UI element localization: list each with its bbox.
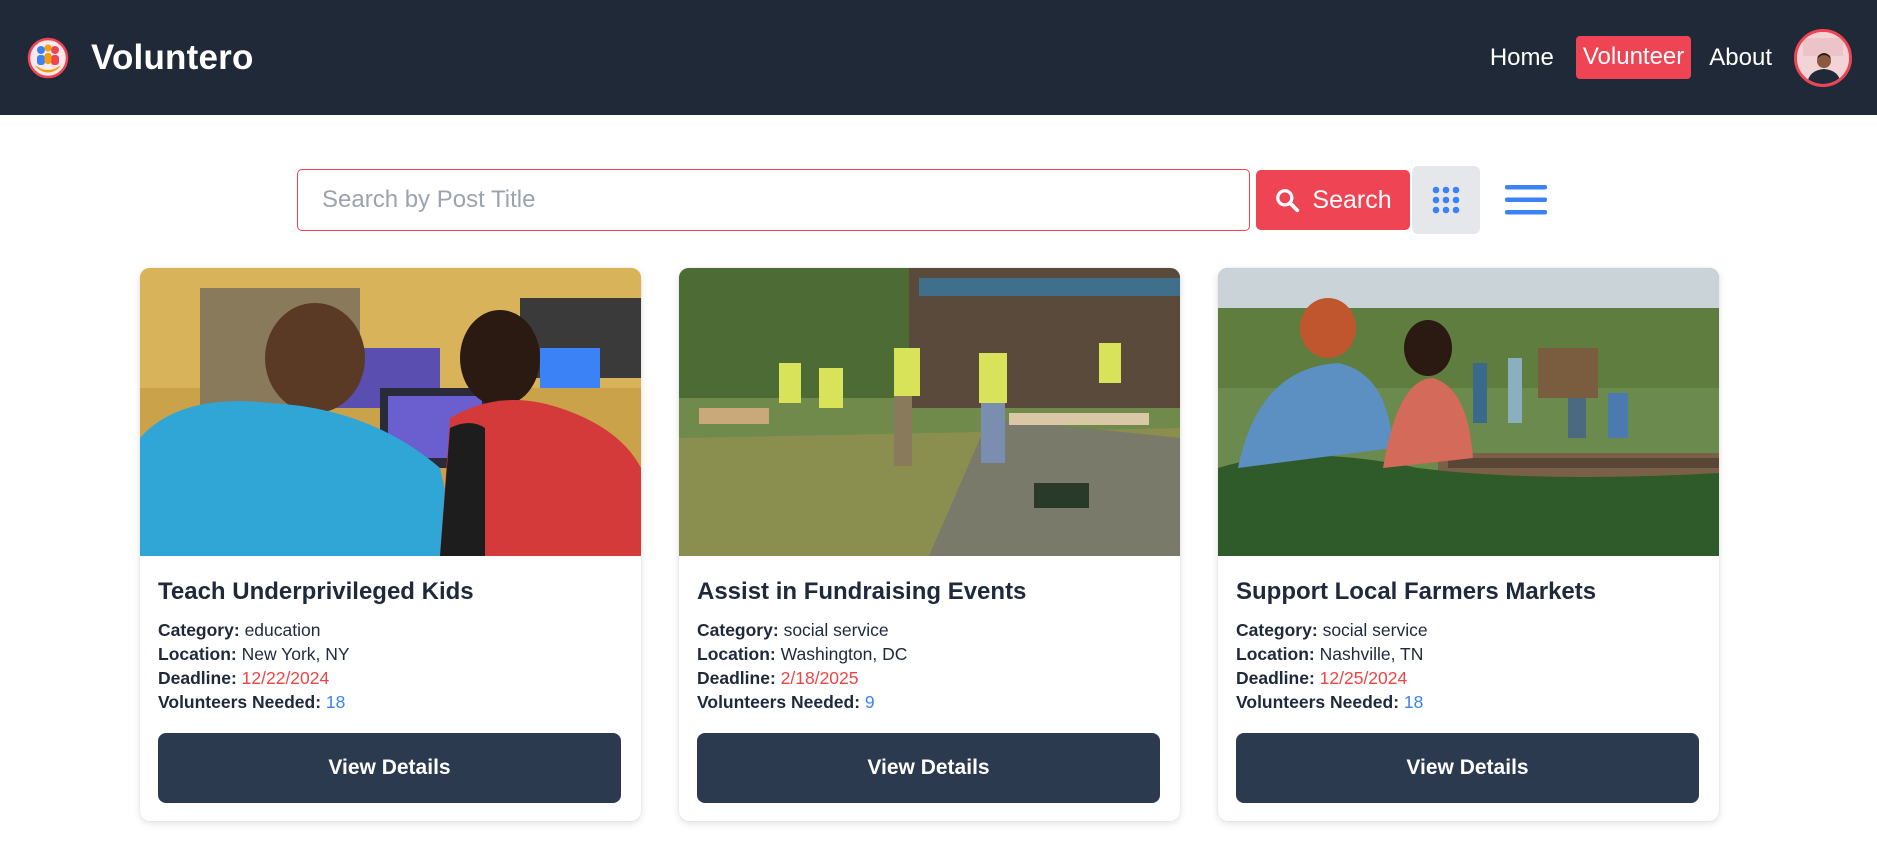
post-image-fundraising bbox=[679, 268, 1180, 556]
view-details-button[interactable]: View Details bbox=[1236, 733, 1699, 803]
post-deadline: Deadline: 12/22/2024 bbox=[158, 668, 330, 688]
post-title: Assist in Fundraising Events bbox=[697, 578, 1027, 605]
nav-home-link[interactable]: Home bbox=[1490, 44, 1554, 72]
nav-links: Home Volunteer About bbox=[1490, 28, 1852, 87]
search-button-label: Search bbox=[1312, 185, 1392, 214]
navbar: Voluntero Home Volunteer About bbox=[0, 0, 1877, 115]
post-volunteers-needed: Volunteers Needed: 18 bbox=[158, 692, 346, 712]
post-location: Location: Washington, DC bbox=[697, 644, 908, 664]
user-avatar[interactable] bbox=[1794, 28, 1852, 87]
view-details-button[interactable]: View Details bbox=[697, 733, 1160, 803]
grid-icon bbox=[1432, 186, 1460, 214]
list-icon bbox=[1505, 185, 1547, 215]
nav-volunteer-link[interactable]: Volunteer bbox=[1575, 36, 1692, 79]
post-card: Assist in Fundraising Events Category: s… bbox=[679, 268, 1180, 821]
post-category: Category: social service bbox=[697, 620, 889, 640]
search-button[interactable]: Search bbox=[1256, 170, 1410, 230]
post-deadline: Deadline: 2/18/2025 bbox=[697, 668, 859, 688]
post-card: Support Local Farmers Markets Category: … bbox=[1218, 268, 1719, 821]
post-category: Category: education bbox=[158, 620, 321, 640]
list-view-button[interactable] bbox=[1500, 174, 1552, 226]
post-deadline: Deadline: 12/25/2024 bbox=[1236, 668, 1408, 688]
post-image-farmers-market bbox=[1218, 268, 1719, 556]
post-volunteers-needed: Volunteers Needed: 18 bbox=[1236, 692, 1424, 712]
voluntero-logo-icon bbox=[27, 37, 69, 78]
post-title: Teach Underprivileged Kids bbox=[158, 578, 474, 605]
post-category: Category: social service bbox=[1236, 620, 1428, 640]
post-cards: Teach Underprivileged Kids Category: edu… bbox=[140, 268, 1719, 821]
view-details-button[interactable]: View Details bbox=[158, 733, 621, 803]
search-icon bbox=[1276, 189, 1300, 213]
post-volunteers-needed: Volunteers Needed: 9 bbox=[697, 692, 875, 712]
nav-about-link[interactable]: About bbox=[1709, 44, 1772, 72]
post-title: Support Local Farmers Markets bbox=[1236, 578, 1597, 605]
search-row: Search bbox=[297, 166, 1552, 234]
search-input[interactable] bbox=[297, 169, 1250, 231]
post-image-kids-coding bbox=[140, 268, 641, 556]
brand-name: Voluntero bbox=[91, 37, 254, 77]
grid-view-button[interactable] bbox=[1412, 166, 1480, 234]
brand[interactable]: Voluntero bbox=[27, 37, 254, 79]
post-card: Teach Underprivileged Kids Category: edu… bbox=[140, 268, 641, 821]
post-location: Location: New York, NY bbox=[158, 644, 350, 664]
post-location: Location: Nashville, TN bbox=[1236, 644, 1424, 664]
user-avatar-icon bbox=[1797, 31, 1849, 84]
